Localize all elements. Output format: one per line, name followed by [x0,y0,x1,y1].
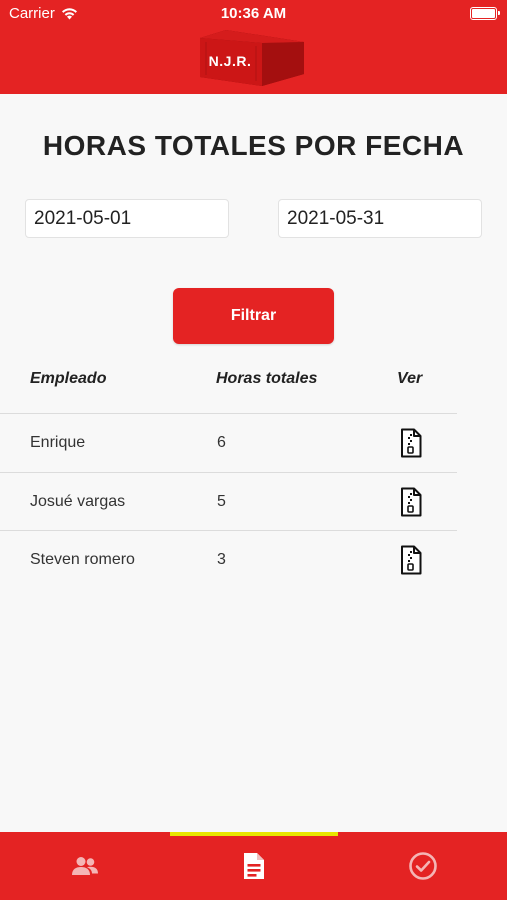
zip-file-icon[interactable] [400,428,422,458]
tab-reports[interactable] [169,832,338,900]
employee-name: Steven romero [30,551,135,568]
tab-employees[interactable] [0,832,169,900]
column-header-employee: Empleado [30,370,107,387]
column-header-view: Ver [397,370,423,387]
table-row: Steven romero 3 [0,531,457,590]
page-title: HORAS TOTALES POR FECHA [42,130,465,161]
total-hours: 3 [217,551,226,568]
hours-table: Empleado Horas totales Ver Enrique 6 Jos… [0,358,457,590]
bottom-nav [0,832,507,900]
employee-name: Enrique [30,434,86,451]
tab-approvals[interactable] [338,832,507,900]
total-hours: 6 [217,434,226,451]
filter-button[interactable]: Filtrar [173,288,334,344]
people-icon [71,857,98,875]
battery-icon [470,7,500,20]
app-header: Carrier 10:36 AM N.J.R. [0,0,507,94]
table-header: Empleado Horas totales Ver [0,358,457,414]
total-hours: 5 [217,492,226,510]
clock: 10:36 AM [220,5,287,22]
column-header-total-hours: Horas totales [216,370,318,387]
logo-text: N.J.R. [208,53,252,69]
employee-name: Josué vargas [30,492,126,510]
zip-file-icon[interactable] [400,487,422,517]
table-row: Enrique 6 [0,414,457,473]
active-tab-indicator [170,832,338,836]
check-circle-icon [408,852,437,880]
table-row: Josué vargas 5 [0,473,457,531]
end-date-input[interactable] [278,199,482,238]
start-date-input[interactable] [25,199,229,238]
company-logo: N.J.R. [200,30,304,86]
document-icon [243,853,264,879]
zip-file-icon[interactable] [400,545,422,575]
status-bar: Carrier 10:36 AM [0,0,507,28]
